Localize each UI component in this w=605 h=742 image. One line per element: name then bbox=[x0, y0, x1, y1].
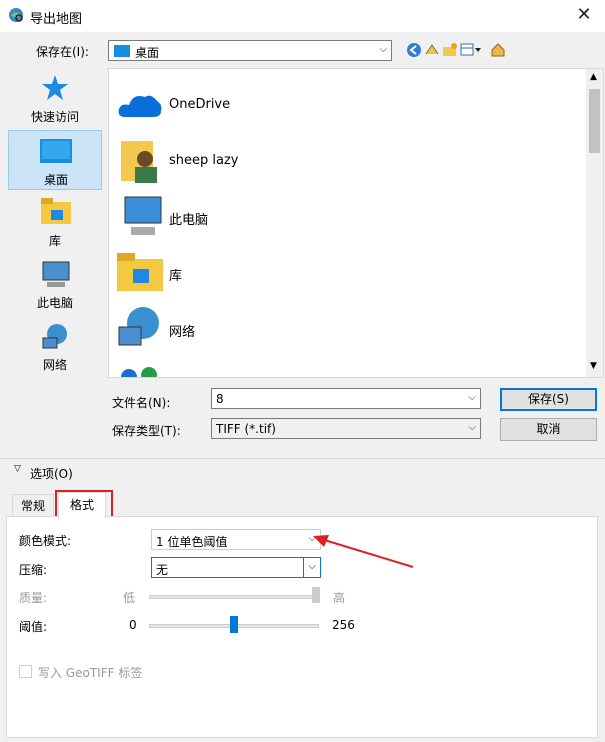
file-name: 此电脑 bbox=[169, 213, 209, 228]
compression-value: 无 bbox=[156, 563, 169, 577]
threshold-max-label: 256 bbox=[332, 618, 355, 632]
desktop-small-icon bbox=[114, 45, 130, 57]
scroll-down-icon[interactable]: ▼ bbox=[590, 361, 597, 371]
view-menu-icon[interactable] bbox=[460, 42, 482, 58]
place-label: 网络 bbox=[42, 358, 67, 372]
save-in-value: 桌面 bbox=[135, 46, 160, 60]
title-bar: 导出地图 ✕ bbox=[0, 0, 605, 32]
place-quick-access[interactable]: 快速访问 bbox=[8, 68, 102, 128]
library-icon bbox=[41, 198, 71, 224]
scroll-up-icon[interactable]: ▲ bbox=[590, 72, 597, 82]
computer-icon bbox=[42, 261, 70, 287]
place-desktop[interactable]: 桌面 bbox=[8, 130, 102, 190]
filetype-value: TIFF (*.tif) bbox=[216, 422, 276, 436]
options-toggle[interactable]: 选项(O) bbox=[30, 465, 73, 482]
list-item[interactable]: 网络 bbox=[109, 301, 579, 357]
onedrive-icon bbox=[118, 95, 162, 117]
geotiff-label: 写入 GeoTIFF 标签 bbox=[38, 666, 143, 680]
format-panel: 颜色模式: 1 位单色阈值 ⌵ 压缩: 无 ⌵ 质量: 低 高 阈值: 0 25… bbox=[6, 516, 598, 738]
list-item[interactable]: 库 bbox=[109, 245, 579, 301]
place-label: 库 bbox=[48, 234, 61, 248]
filename-label: 文件名(N): bbox=[112, 396, 171, 410]
divider bbox=[0, 458, 605, 459]
chevron-down-icon[interactable]: ⌵ bbox=[303, 558, 320, 577]
filename-value: 8 bbox=[216, 392, 224, 406]
file-name: 库 bbox=[169, 269, 183, 284]
place-network[interactable]: 网络 bbox=[8, 316, 102, 376]
save-in-combo[interactable]: 桌面 ⌵ bbox=[108, 40, 392, 61]
quality-slider-thumb bbox=[312, 587, 320, 603]
desktop-icon bbox=[40, 139, 72, 163]
place-label: 桌面 bbox=[43, 173, 68, 187]
places-bar: 快速访问 桌面 库 此电脑 网络 bbox=[8, 68, 102, 372]
home-icon[interactable] bbox=[490, 42, 506, 58]
threshold-min-label: 0 bbox=[129, 618, 137, 632]
up-folder-icon[interactable] bbox=[424, 42, 440, 58]
chevron-down-icon[interactable]: ⌵ bbox=[468, 392, 476, 403]
filetype-select[interactable]: TIFF (*.tif) ⌵ bbox=[211, 418, 481, 439]
scroll-thumb[interactable] bbox=[589, 89, 600, 153]
star-icon bbox=[42, 75, 68, 100]
chevron-down-icon: ⌵ bbox=[379, 44, 387, 55]
place-this-pc[interactable]: 此电脑 bbox=[8, 254, 102, 314]
chevron-down-icon: ⌵ bbox=[468, 422, 476, 433]
collapse-icon[interactable]: ▽ bbox=[14, 464, 21, 474]
filename-input[interactable]: 8 ⌵ bbox=[211, 388, 481, 409]
user-folder-icon bbox=[121, 141, 157, 183]
list-item[interactable]: OneDrive bbox=[109, 77, 579, 133]
list-item[interactable]: 此电脑 bbox=[109, 189, 579, 245]
file-name: OneDrive bbox=[169, 97, 231, 112]
color-mode-select[interactable]: 1 位单色阈值 ⌵ bbox=[151, 529, 321, 550]
place-label: 快速访问 bbox=[30, 110, 79, 124]
new-folder-icon[interactable] bbox=[442, 42, 458, 58]
file-name: 网络 bbox=[169, 325, 196, 340]
color-mode-value: 1 位单色阈值 bbox=[156, 535, 228, 549]
quality-slider bbox=[149, 595, 319, 599]
network-icon bbox=[42, 324, 67, 349]
tab-format[interactable]: 格式 bbox=[58, 492, 106, 518]
threshold-label: 阈值: bbox=[19, 620, 48, 634]
app-globe-icon bbox=[9, 8, 23, 22]
library-icon bbox=[117, 253, 163, 291]
cancel-button[interactable]: 取消 bbox=[500, 418, 597, 441]
list-item[interactable]: sheep lazy bbox=[109, 133, 579, 189]
color-mode-label: 颜色模式: bbox=[19, 534, 72, 548]
quality-low-label: 低 bbox=[123, 591, 136, 605]
compression-label: 压缩: bbox=[19, 563, 48, 577]
network-icon bbox=[118, 307, 159, 346]
place-label: 此电脑 bbox=[36, 296, 73, 310]
save-button[interactable]: 保存(S) bbox=[500, 388, 597, 411]
back-icon[interactable] bbox=[406, 42, 422, 58]
file-list[interactable]: OneDrive sheep lazy 此电脑 库 网络 ▲ ▼ bbox=[108, 68, 604, 378]
file-name: sheep lazy bbox=[169, 153, 239, 168]
window-title: 导出地图 bbox=[30, 12, 83, 27]
place-library[interactable]: 库 bbox=[8, 192, 102, 252]
filetype-label: 保存类型(T): bbox=[112, 424, 181, 438]
tab-general[interactable]: 常规 bbox=[12, 494, 54, 518]
computer-icon bbox=[124, 196, 162, 235]
geotiff-checkbox[interactable] bbox=[19, 665, 32, 678]
quality-high-label: 高 bbox=[333, 591, 346, 605]
close-button[interactable]: ✕ bbox=[573, 4, 595, 26]
save-in-label: 保存在(I): bbox=[36, 45, 89, 59]
red-arrow-annotation bbox=[313, 535, 414, 568]
quality-label: 质量: bbox=[19, 591, 48, 605]
scrollbar[interactable]: ▲ ▼ bbox=[586, 69, 603, 377]
partial-icon bbox=[121, 367, 157, 377]
threshold-slider-thumb[interactable] bbox=[230, 616, 238, 633]
compression-select[interactable]: 无 ⌵ bbox=[151, 557, 321, 578]
